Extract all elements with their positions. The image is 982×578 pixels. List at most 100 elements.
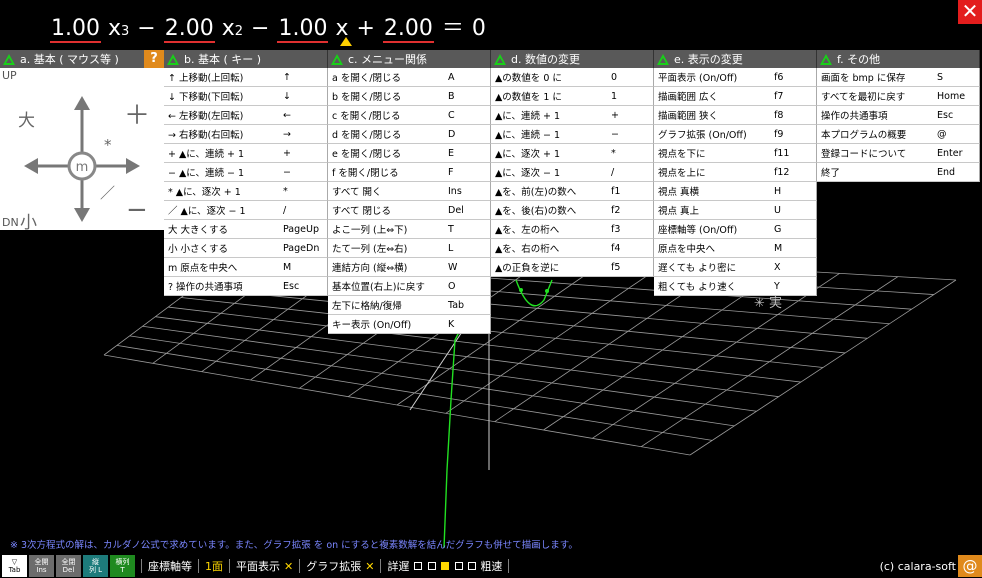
menu-item-shortcut: f3: [611, 223, 621, 235]
menu-item[interactable]: + ▲に、連続 + 1 +: [164, 144, 328, 163]
menu-item[interactable]: → 右移動(右回転) →: [164, 125, 328, 144]
menu-item[interactable]: 大 大きくする PageUp: [164, 220, 328, 239]
panel-f-header[interactable]: f. その他: [817, 50, 980, 68]
menu-item[interactable]: 視点 真上 U: [654, 201, 817, 220]
menu-item[interactable]: 小 小さくする PageDn: [164, 239, 328, 258]
coefficient-b[interactable]: 2.00: [163, 16, 215, 43]
density-level[interactable]: [427, 561, 436, 570]
menu-item[interactable]: ▲を、後(右)の数へ f2: [491, 201, 654, 220]
density-level[interactable]: [414, 561, 423, 570]
menu-item[interactable]: 左下に格納/復帰 Tab: [328, 296, 491, 315]
tab-toggle-button[interactable]: ▽ Tab: [2, 555, 27, 577]
face-indicator[interactable]: 1面: [205, 558, 223, 574]
menu-item[interactable]: ／ ▲に、逐次 − 1 /: [164, 201, 328, 220]
menu-item[interactable]: * ▲に、逐次 + 1 *: [164, 182, 328, 201]
menu-item[interactable]: よこ一列 (上⇔下) T: [328, 220, 491, 239]
menu-item[interactable]: すべてを最初に戻す Home: [817, 87, 980, 106]
axes-toggle[interactable]: 座標軸等: [148, 558, 192, 574]
menu-item[interactable]: ▲の正負を逆に f5: [491, 258, 654, 277]
menu-item[interactable]: ↓ 下移動(下回転) ↓: [164, 87, 328, 106]
menu-item[interactable]: a を開く/閉じる A: [328, 68, 491, 87]
divider: [380, 559, 382, 573]
menu-item-shortcut: E: [448, 147, 455, 159]
panel-e-header[interactable]: e. 表示の変更: [654, 50, 817, 68]
menu-item[interactable]: − ▲に、連続 − 1 −: [164, 163, 328, 182]
menu-item[interactable]: たて一列 (左⇔右) L: [328, 239, 491, 258]
horizontal-row-button[interactable]: 横列 T: [110, 555, 135, 577]
menu-item[interactable]: 遅くても より密に X: [654, 258, 817, 277]
close-all-button[interactable]: 全閉 Del: [56, 555, 81, 577]
menu-item[interactable]: ▲に、連続 − 1 −: [491, 125, 654, 144]
menu-item-shortcut: O: [448, 280, 456, 292]
menu-item[interactable]: 視点を上に f12: [654, 163, 817, 182]
coefficient-c[interactable]: 1.00: [277, 16, 329, 43]
menu-item[interactable]: キー表示 (On/Off) K: [328, 315, 491, 334]
density-level[interactable]: [468, 561, 477, 570]
menu-item[interactable]: グラフ拡張 (On/Off) f9: [654, 125, 817, 144]
menu-item[interactable]: 座標軸等 (On/Off) G: [654, 220, 817, 239]
menu-item[interactable]: 基本位置(右上)に戻す O: [328, 277, 491, 296]
menu-item[interactable]: 登録コードについて Enter: [817, 144, 980, 163]
menu-item-label: 操作の共通事項: [821, 111, 888, 122]
menu-item[interactable]: 操作の共通事項 Esc: [817, 106, 980, 125]
plane-toggle[interactable]: 平面表示: [236, 558, 280, 574]
menu-item-label: ▲を、左の桁へ: [495, 225, 560, 236]
menu-item[interactable]: m 原点を中央へ M: [164, 258, 328, 277]
coefficient-a[interactable]: 1.00: [50, 16, 101, 43]
menu-item[interactable]: ▲を、右の桁へ f4: [491, 239, 654, 258]
menu-item-label: 視点を下に: [658, 149, 706, 160]
menu-item-label: ／ ▲に、逐次 − 1: [168, 206, 246, 217]
about-button[interactable]: @: [958, 555, 982, 577]
density-level[interactable]: [454, 561, 463, 570]
mouse-control-area[interactable]: m 大 小 ＋ − * ／ UP DN: [0, 68, 164, 230]
menu-item[interactable]: b を開く/閉じる B: [328, 87, 491, 106]
menu-item-shortcut: f6: [774, 71, 784, 83]
menu-item-shortcut: M: [774, 242, 783, 254]
menu-item[interactable]: ▲に、連続 + 1 +: [491, 106, 654, 125]
close-button[interactable]: ✕: [958, 0, 982, 24]
menu-item[interactable]: 視点 真横 H: [654, 182, 817, 201]
menu-item[interactable]: 描画範囲 広く f7: [654, 87, 817, 106]
menu-item-label: 視点 真上: [658, 206, 700, 217]
menu-item[interactable]: e を開く/閉じる E: [328, 144, 491, 163]
menu-item[interactable]: 平面表示 (On/Off) f6: [654, 68, 817, 87]
density-level-active[interactable]: [441, 561, 450, 570]
menu-item[interactable]: 粗くても より速く Y: [654, 277, 817, 296]
menu-item[interactable]: f を開く/閉じる F: [328, 163, 491, 182]
menu-item[interactable]: ▲に、逐次 + 1 *: [491, 144, 654, 163]
panel-d-header[interactable]: d. 数値の変更: [491, 50, 654, 68]
menu-item-shortcut: f1: [611, 185, 621, 197]
menu-item[interactable]: 視点を下に f11: [654, 144, 817, 163]
help-button[interactable]: ?: [144, 50, 164, 68]
menu-item[interactable]: すべて 閉じる Del: [328, 201, 491, 220]
panel-c-header[interactable]: c. メニュー関係: [328, 50, 491, 68]
menu-item[interactable]: 描画範囲 狭く f8: [654, 106, 817, 125]
panel-a-header[interactable]: a. 基本 ( マウス等 ): [0, 50, 164, 68]
density-selector[interactable]: [412, 560, 477, 573]
menu-item[interactable]: すべて 開く Ins: [328, 182, 491, 201]
coefficient-d[interactable]: 2.00: [382, 16, 434, 43]
menu-item[interactable]: ↑ 上移動(上回転) ↑: [164, 68, 328, 87]
menu-item[interactable]: 連結方向 (縦⇔横) W: [328, 258, 491, 277]
menu-item[interactable]: ? 操作の共通事項 Esc: [164, 277, 328, 296]
menu-item[interactable]: ▲の数値を 0 に 0: [491, 68, 654, 87]
menu-item-shortcut: K: [448, 318, 455, 330]
vertical-row-button[interactable]: 縦 列 L: [83, 555, 108, 577]
menu-item[interactable]: ▲に、逐次 − 1 /: [491, 163, 654, 182]
panel-c-menu: c. メニュー関係 a を開く/閉じる Ab を開く/閉じる Bc を開く/閉じる C…: [328, 50, 491, 334]
open-all-button[interactable]: 全開 Ins: [29, 555, 54, 577]
menu-item[interactable]: d を開く/閉じる D: [328, 125, 491, 144]
menu-item[interactable]: ← 左移動(左回転) ←: [164, 106, 328, 125]
panel-b-header[interactable]: b. 基本 ( キー ): [164, 50, 328, 68]
menu-item[interactable]: 画面を bmp に保存 S: [817, 68, 980, 87]
menu-item-label: ▲の数値を 0 に: [495, 73, 562, 84]
menu-item[interactable]: ▲を、左の桁へ f3: [491, 220, 654, 239]
menu-item[interactable]: ▲を、前(左)の数へ f1: [491, 182, 654, 201]
menu-item[interactable]: 原点を中央へ M: [654, 239, 817, 258]
expand-toggle[interactable]: グラフ拡張: [306, 558, 361, 574]
menu-item-shortcut: A: [448, 71, 455, 83]
menu-item[interactable]: ▲の数値を 1 に 1: [491, 87, 654, 106]
menu-item[interactable]: 本プログラムの概要 @: [817, 125, 980, 144]
menu-item[interactable]: 終了 End: [817, 163, 980, 182]
menu-item[interactable]: c を開く/閉じる C: [328, 106, 491, 125]
